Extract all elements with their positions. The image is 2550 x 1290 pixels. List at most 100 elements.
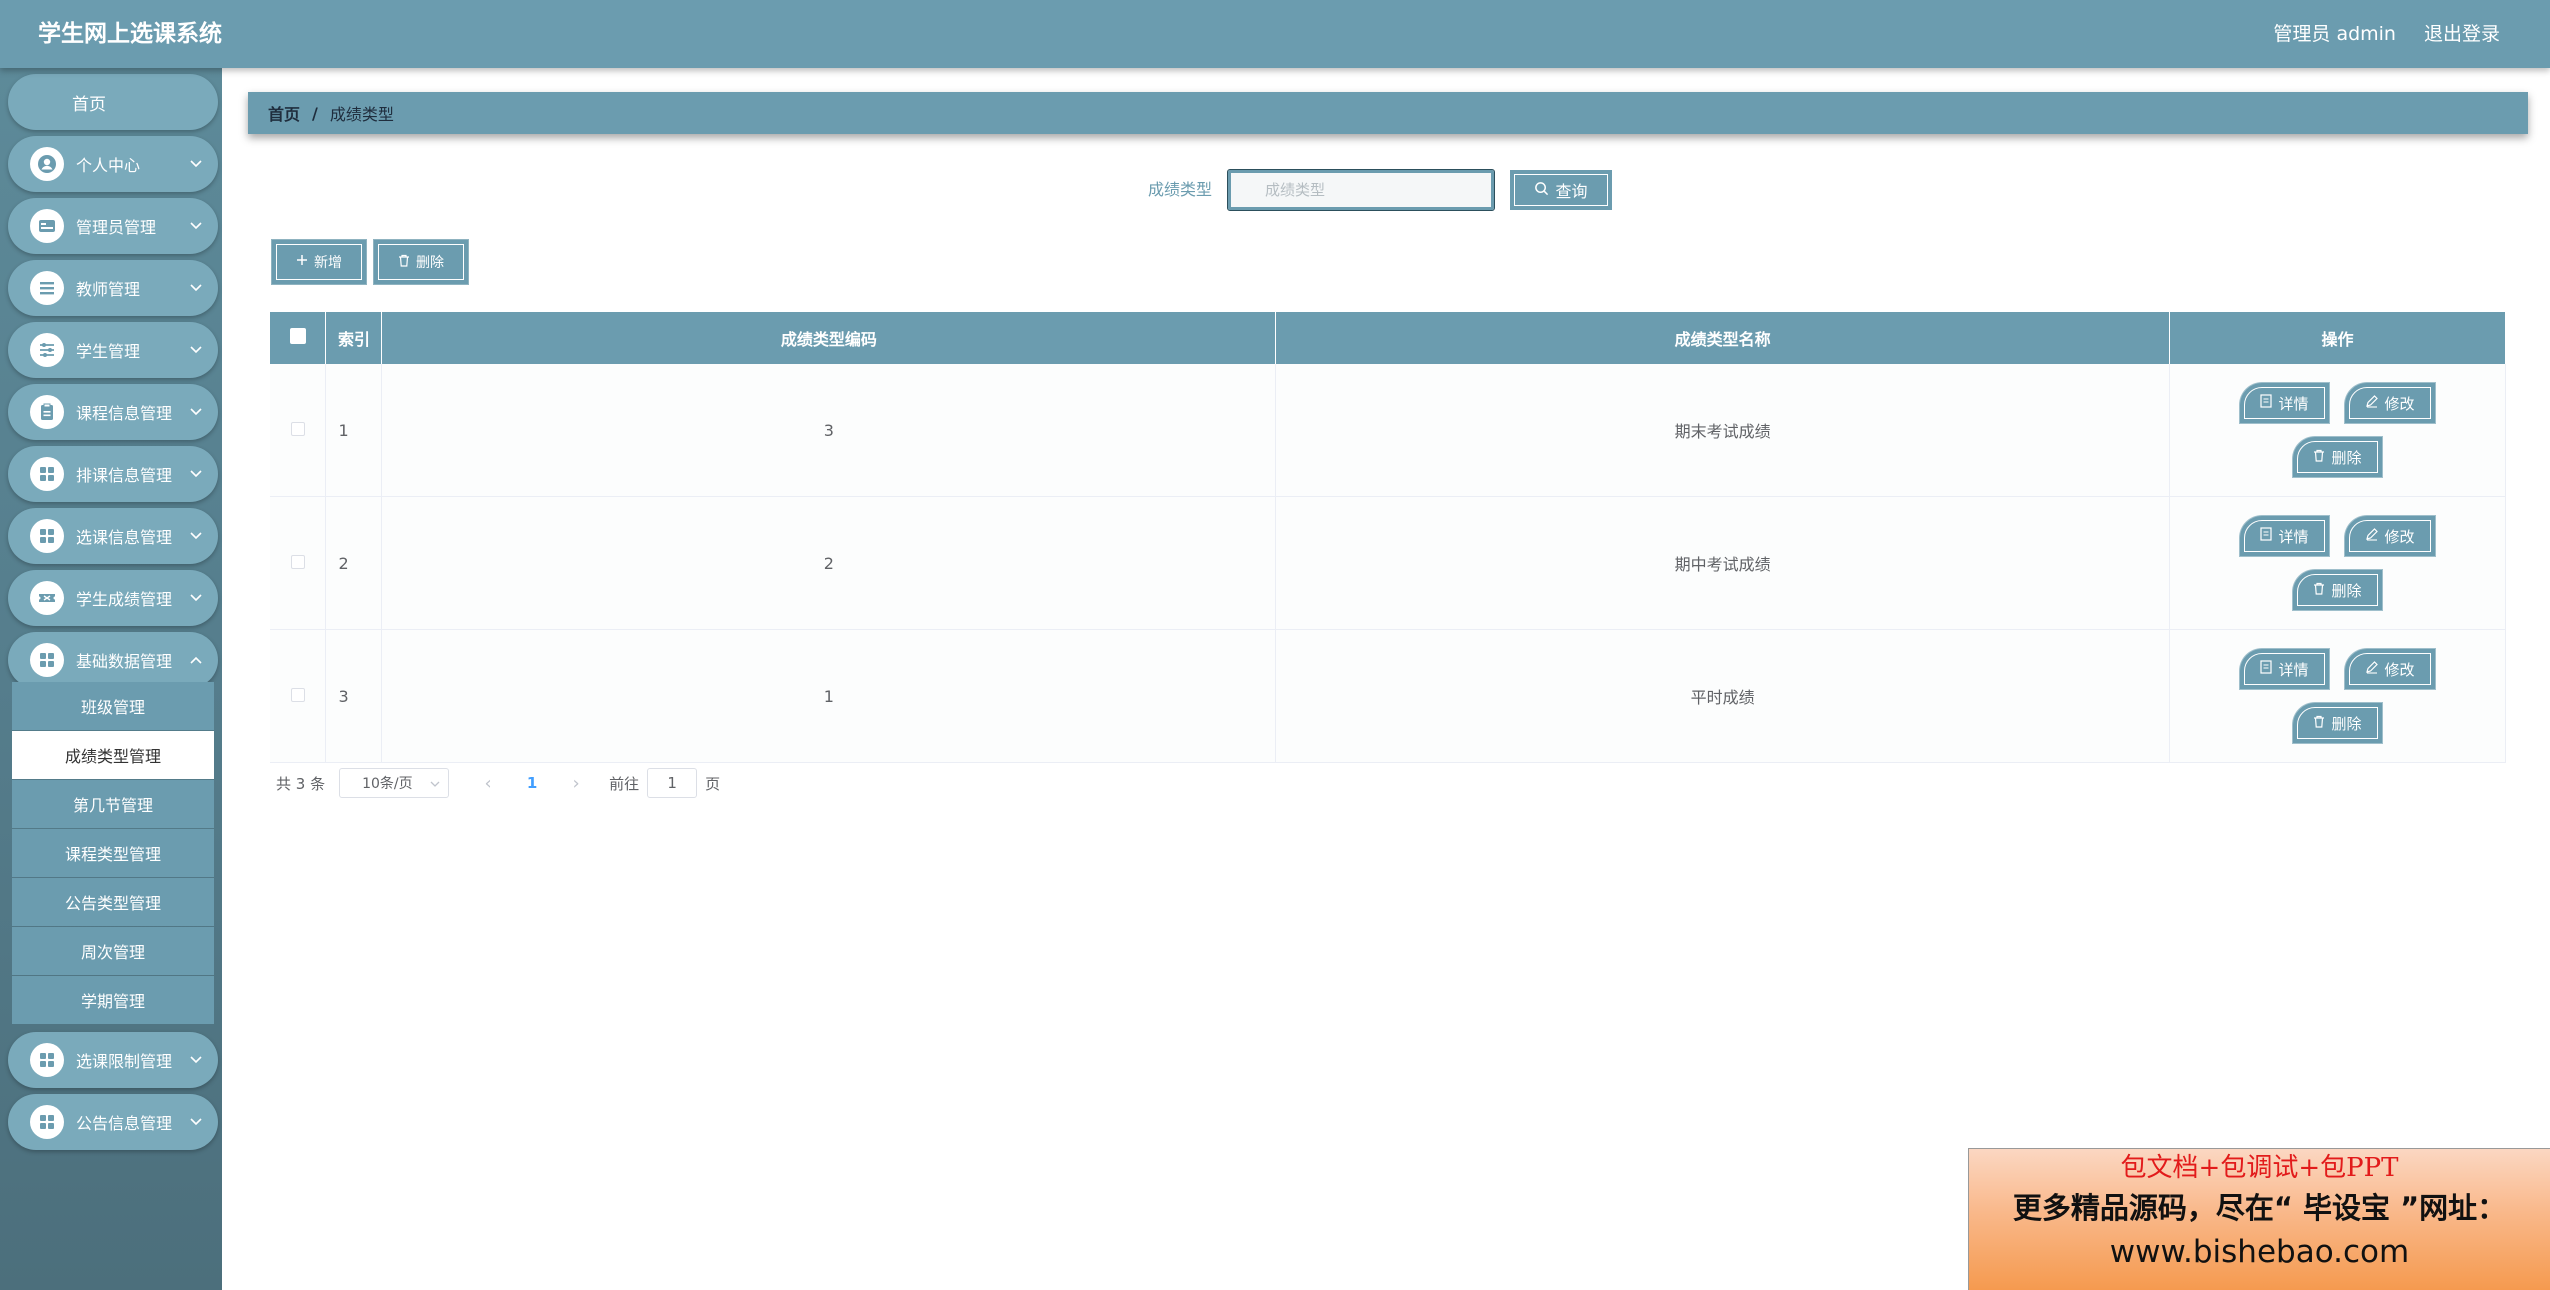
detail-button-label: 详情 (2278, 660, 2309, 679)
promo-url[interactable]: www.bishebao.com (1969, 1231, 2550, 1273)
row-code: 1 (381, 629, 1277, 763)
detail-button[interactable]: 详情 (2240, 383, 2329, 423)
page-size-select[interactable]: 10条/页 (339, 768, 450, 798)
trash-icon (2313, 448, 2325, 466)
document-icon (2260, 527, 2273, 545)
row-checkbox[interactable] (290, 554, 305, 569)
goto-page-input[interactable] (647, 768, 698, 798)
add-button[interactable]: 新增 (272, 240, 366, 284)
submenu-item-notice-type[interactable]: 公告类型管理 (12, 878, 214, 926)
breadcrumb: 首页 / 成绩类型 (248, 92, 2528, 134)
goto-suffix: 页 (705, 774, 721, 793)
chevron-up-icon (190, 653, 204, 667)
edit-icon (2365, 394, 2379, 412)
breadcrumb-separator: / (312, 103, 318, 123)
sidebar-item-student-management[interactable]: 学生管理 (8, 322, 218, 378)
sidebar-item-course-info[interactable]: 课程信息管理 (8, 384, 218, 440)
select-all-checkbox[interactable] (289, 328, 306, 344)
batch-delete-button[interactable]: 删除 (374, 240, 468, 284)
chevron-down-icon (190, 343, 204, 357)
document-icon (2260, 394, 2273, 412)
row-checkbox-cell (270, 629, 327, 763)
logout-link[interactable]: 退出登录 (2424, 20, 2500, 48)
promo-line-1: 包文档+包调试+包PPT (2120, 1153, 2399, 1183)
query-button[interactable]: 查询 (1510, 170, 1612, 210)
list-icon (30, 271, 64, 305)
submenu-item-semester[interactable]: 学期管理 (12, 976, 214, 1024)
delete-button[interactable]: 删除 (2293, 570, 2382, 610)
row-checkbox[interactable] (290, 421, 305, 436)
grade-type-search-input[interactable] (1227, 169, 1495, 211)
sidebar-item-selection-limit[interactable]: 选课限制管理 (8, 1032, 218, 1088)
edit-button-label: 修改 (2384, 527, 2415, 546)
chevron-down-icon (190, 157, 204, 171)
app-title: 学生网上选课系统 (38, 21, 222, 47)
table-row: 1 3 期末考试成绩 详情 修改 删除 (270, 364, 2506, 497)
column-header-name: 成绩类型名称 (1275, 312, 2170, 364)
submenu-item-section[interactable]: 第几节管理 (12, 780, 214, 828)
table-row: 2 2 期中考试成绩 详情 修改 删除 (270, 496, 2506, 630)
clipboard-icon (30, 395, 64, 429)
edit-button[interactable]: 修改 (2344, 649, 2435, 689)
sidebar: 首页 个人中心 管理员管理 教师管理 学生管理 课程信息管理 排课信息管理 选课… (0, 68, 222, 1290)
column-header-code: 成绩类型编码 (381, 312, 1277, 364)
sidebar-item-label: 学生管理 (76, 342, 141, 361)
detail-button[interactable]: 详情 (2240, 516, 2329, 556)
sidebar-item-grade-management[interactable]: 学生成绩管理 (8, 570, 218, 626)
grid-icon (30, 1105, 64, 1139)
prev-page-button[interactable]: ‹ (473, 773, 503, 794)
edit-button[interactable]: 修改 (2344, 516, 2435, 556)
row-checkbox[interactable] (290, 687, 305, 702)
sidebar-item-admin-management[interactable]: 管理员管理 (8, 198, 218, 254)
delete-button-label: 删除 (2331, 714, 2362, 733)
chevron-down-icon (430, 775, 440, 791)
row-code: 3 (381, 364, 1277, 497)
column-header-actions: 操作 (2169, 312, 2506, 364)
next-page-button[interactable]: › (561, 773, 591, 794)
page-number-current[interactable]: 1 (517, 774, 547, 792)
query-button-label: 查询 (1555, 182, 1588, 201)
sidebar-item-base-data[interactable]: 基础数据管理 (8, 632, 218, 688)
sidebar-item-teacher-management[interactable]: 教师管理 (8, 260, 218, 316)
submenu-item-course-type[interactable]: 课程类型管理 (12, 829, 214, 877)
row-name: 期末考试成绩 (1275, 364, 2170, 497)
sidebar-item-label: 基础数据管理 (76, 652, 173, 671)
row-checkbox-cell (270, 496, 327, 630)
delete-button[interactable]: 删除 (2293, 437, 2382, 477)
chevron-down-icon (190, 591, 204, 605)
detail-button[interactable]: 详情 (2240, 649, 2329, 689)
sidebar-item-label: 课程信息管理 (76, 404, 173, 423)
search-icon (1534, 181, 1549, 200)
sidebar-item-label: 学生成绩管理 (76, 590, 173, 609)
current-user[interactable]: 管理员 admin (2273, 20, 2396, 48)
row-checkbox-cell (270, 364, 327, 497)
trash-icon (2313, 581, 2325, 599)
header-actions: 管理员 admin 退出登录 (2273, 20, 2500, 48)
sidebar-item-home[interactable]: 首页 (8, 74, 218, 130)
sidebar-item-personal-center[interactable]: 个人中心 (8, 136, 218, 192)
row-name: 平时成绩 (1275, 629, 2170, 763)
search-label: 成绩类型 (1148, 180, 1213, 199)
sidebar-item-label: 管理员管理 (76, 218, 157, 237)
edit-button[interactable]: 修改 (2344, 383, 2435, 423)
column-header-index: 索引 (325, 312, 383, 364)
pagination-total: 共 3 条 (276, 774, 326, 793)
promo-banner: 包文档+包调试+包PPT 更多精品源码，尽在“ 毕设宝 ”网址： www.bis… (1968, 1148, 2550, 1290)
sliders-icon (30, 333, 64, 367)
submenu-item-class[interactable]: 班级管理 (12, 682, 214, 730)
sidebar-item-schedule-info[interactable]: 排课信息管理 (8, 446, 218, 502)
sidebar-item-notice-info[interactable]: 公告信息管理 (8, 1094, 218, 1150)
breadcrumb-home[interactable]: 首页 (268, 101, 300, 125)
grid-icon (30, 643, 64, 677)
trash-icon (398, 254, 410, 271)
delete-button[interactable]: 删除 (2293, 703, 2382, 743)
sidebar-item-label: 选课限制管理 (76, 1052, 173, 1071)
submenu-item-grade-type[interactable]: 成绩类型管理 (12, 731, 214, 779)
sidebar-item-selection-info[interactable]: 选课信息管理 (8, 508, 218, 564)
top-header: 学生网上选课系统 管理员 admin 退出登录 (0, 0, 2550, 68)
chevron-down-icon (190, 219, 204, 233)
user-icon (30, 147, 64, 181)
submenu-item-week[interactable]: 周次管理 (12, 927, 214, 975)
select-all-checkbox-cell[interactable] (270, 312, 327, 364)
card-icon (30, 209, 64, 243)
